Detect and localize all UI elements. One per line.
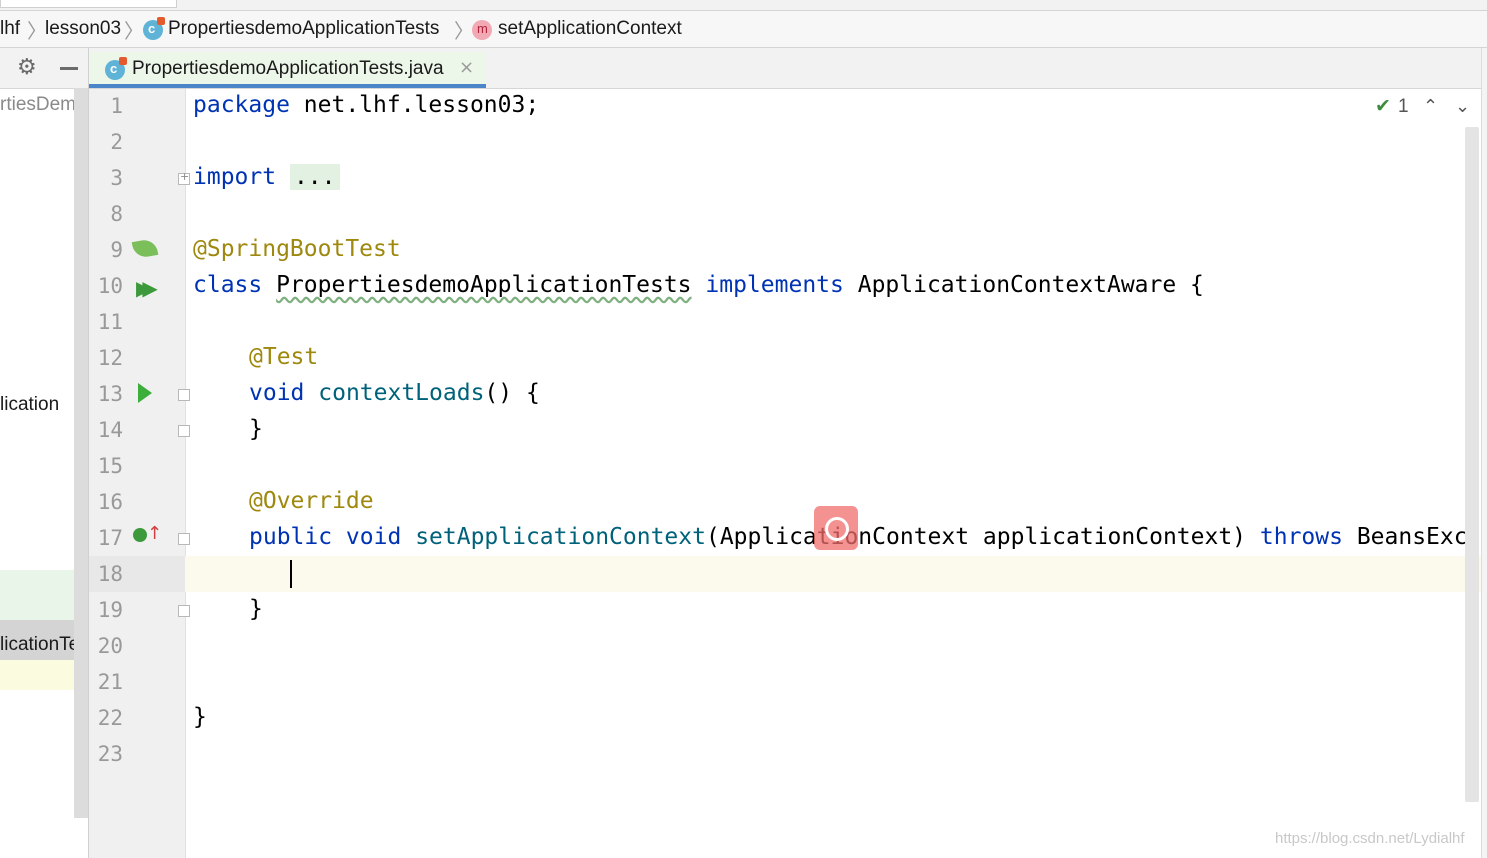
code-line: public void setApplicationContext(Applic… [249, 524, 1468, 550]
code-line: void contextLoads() { [249, 380, 540, 406]
right-tool-strip [1481, 48, 1487, 858]
chevron-right-icon: 〉 [27, 21, 47, 43]
window-top-strip [0, 0, 1487, 10]
line-number-current: 18 [97, 562, 123, 586]
code-line: @Override [249, 488, 374, 514]
line-number: 1 [110, 94, 123, 118]
line-number: 12 [97, 346, 123, 370]
method-icon: m [472, 20, 492, 40]
folded-imports[interactable]: ... [289, 164, 340, 190]
line-number: 11 [97, 310, 123, 334]
line-number: 9 [110, 238, 123, 262]
line-number: 8 [110, 202, 123, 226]
line-number: 17 [97, 526, 123, 550]
code-line: @Test [249, 344, 319, 370]
tab-propertiesdemo-tests[interactable]: c PropertiesdemoApplicationTests.java × [89, 52, 486, 88]
text-caret [290, 560, 292, 588]
tab-label: PropertiesdemoApplicationTests.java [132, 58, 444, 79]
line-number: 20 [97, 634, 123, 658]
chevron-right-icon: 〉 [124, 21, 144, 43]
fold-end-icon[interactable] [178, 605, 190, 617]
class-icon: c [143, 17, 165, 40]
breadcrumb-item-class[interactable]: PropertiesdemoApplicationTests [168, 18, 439, 40]
chevron-down-icon[interactable]: ⌄ [1455, 96, 1470, 117]
chevron-right-icon: 〉 [454, 21, 474, 43]
breadcrumb-item-method[interactable]: setApplicationContext [498, 18, 682, 40]
breadcrumb: lhf 〉 lesson03 〉 c PropertiesdemoApplica… [0, 10, 1487, 48]
line-number: 22 [97, 706, 123, 730]
tree-item[interactable]: lication [0, 394, 59, 416]
editor-scrollbar[interactable] [1465, 127, 1479, 802]
code-line: } [249, 596, 263, 622]
close-icon[interactable]: × [459, 57, 474, 78]
check-icon[interactable]: ✔ [1375, 95, 1391, 118]
fold-expand-icon[interactable] [178, 170, 190, 185]
code-line: package net.lhf.lesson03; [193, 92, 540, 118]
fold-collapse-icon[interactable] [178, 533, 190, 545]
line-number: 13 [97, 382, 123, 406]
editor-tab-bar: c PropertiesdemoApplicationTests.java × [89, 48, 1481, 89]
line-number: 21 [97, 670, 123, 694]
run-all-icon[interactable]: ▶▶ [136, 276, 158, 300]
breadcrumb-item-lhf[interactable]: lhf [0, 18, 20, 40]
line-number: 19 [97, 598, 123, 622]
fold-collapse-icon[interactable] [178, 389, 190, 401]
code-line: import ... [193, 164, 340, 190]
screen-recorder-icon [814, 506, 858, 550]
project-scrollbar[interactable] [74, 88, 88, 818]
line-number: 15 [97, 454, 123, 478]
tree-highlight-current [0, 660, 74, 690]
arrow-up-icon[interactable]: ↑ [147, 523, 162, 544]
code-line: class PropertiesdemoApplicationTests imp… [193, 272, 1204, 298]
project-panel: ⚙ rtiesDemo lication licationTes [0, 48, 89, 858]
implementing-method-icon[interactable] [133, 528, 147, 542]
breadcrumb-item-lesson03[interactable]: lesson03 [45, 18, 121, 40]
code-line: } [249, 416, 263, 442]
class-icon: c [105, 57, 127, 80]
code-line: @SpringBootTest [193, 236, 401, 262]
chevron-up-icon[interactable]: ⌃ [1423, 96, 1438, 117]
watermark: https://blog.csdn.net/Lydialhf [1275, 830, 1465, 847]
line-number: 3 [110, 166, 123, 190]
toolbar-segment [0, 0, 177, 8]
project-toolbar: ⚙ [0, 48, 88, 89]
line-number: 10 [97, 274, 123, 298]
run-icon[interactable] [138, 383, 152, 403]
current-line-highlight [185, 556, 1481, 592]
collapse-icon[interactable] [60, 67, 78, 70]
inspection-count[interactable]: 1 [1398, 96, 1409, 118]
code-editor[interactable]: 1 2 3 8 9 10 11 12 13 14 15 16 17 18 19 … [89, 89, 1481, 858]
gear-icon[interactable]: ⚙ [17, 55, 37, 80]
code-line: } [193, 704, 207, 730]
line-number: 23 [97, 742, 123, 766]
line-number: 16 [97, 490, 123, 514]
line-number: 2 [110, 130, 123, 154]
fold-end-icon[interactable] [178, 425, 190, 437]
line-number: 14 [97, 418, 123, 442]
